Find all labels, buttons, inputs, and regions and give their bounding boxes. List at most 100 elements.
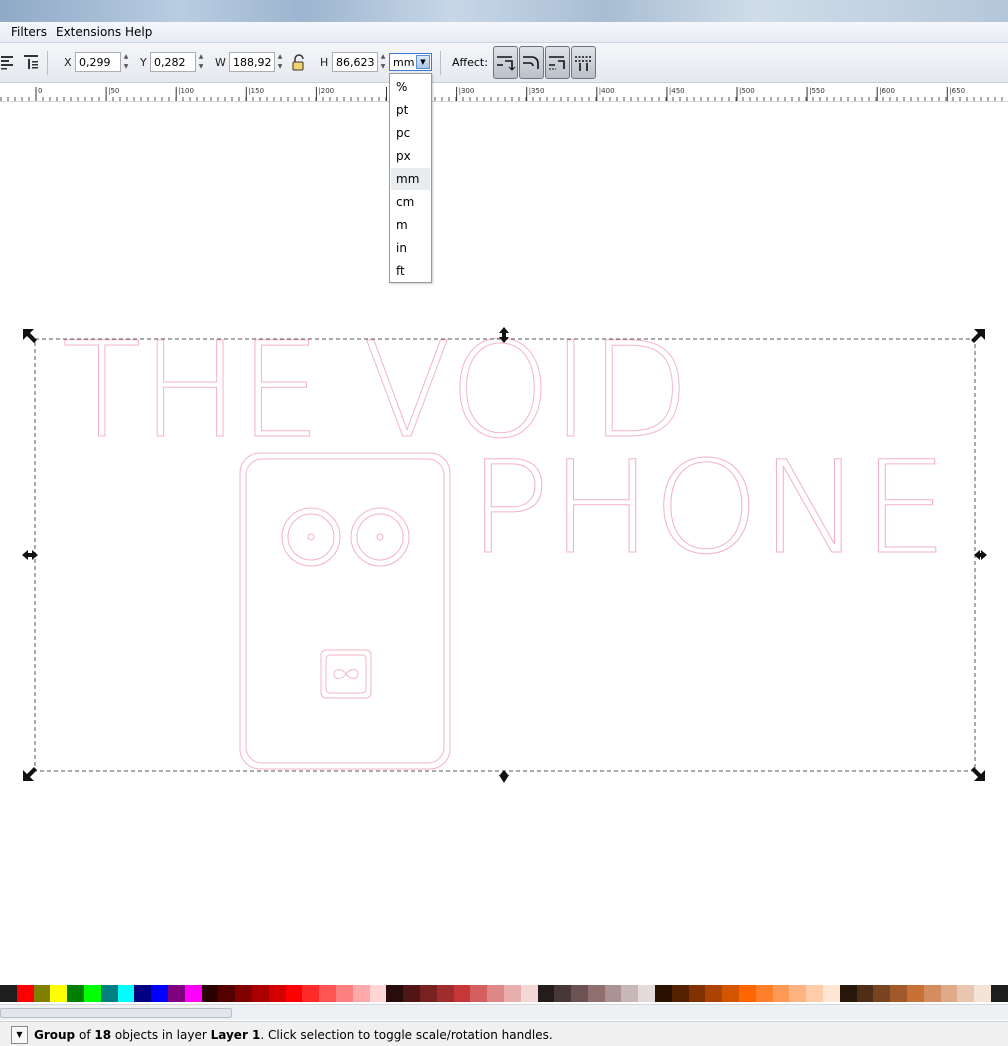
color-swatch[interactable] (839, 985, 857, 1002)
unit-option-pc[interactable]: pc (391, 122, 430, 144)
color-swatch[interactable] (218, 985, 236, 1002)
menu-filters[interactable]: Filters (11, 25, 47, 39)
color-swatch[interactable] (856, 985, 874, 1002)
resize-handle-top-right[interactable] (971, 329, 985, 343)
color-swatch[interactable] (537, 985, 555, 1002)
unit-select[interactable]: mm ▼ (389, 53, 432, 71)
palette-scrollbar[interactable] (0, 1004, 1008, 1020)
resize-handle-right[interactable] (974, 550, 987, 560)
color-swatch[interactable] (722, 985, 740, 1002)
color-swatch[interactable] (554, 985, 572, 1002)
color-swatch[interactable] (940, 985, 958, 1002)
color-swatch[interactable] (520, 985, 538, 1002)
color-swatch[interactable] (117, 985, 135, 1002)
color-swatch[interactable] (587, 985, 605, 1002)
color-swatch[interactable] (302, 985, 320, 1002)
void-phone-artwork[interactable]: THE VOID PHONE (62, 314, 949, 770)
color-swatch[interactable] (134, 985, 152, 1002)
palette-scroll-thumb[interactable] (0, 1008, 232, 1018)
align-left-icon[interactable] (0, 53, 18, 71)
color-swatch[interactable] (571, 985, 588, 1002)
menu-extensions[interactable]: Extensions (56, 25, 121, 39)
spin-up-icon[interactable]: ▲ (378, 52, 388, 62)
scale-radius-toggle[interactable] (519, 46, 544, 79)
color-swatch[interactable] (83, 985, 101, 1002)
layer-dropdown-button[interactable]: ▼ (11, 1026, 28, 1044)
resize-handle-bottom-right[interactable] (971, 767, 985, 781)
color-swatch[interactable] (487, 985, 504, 1002)
color-swatch[interactable] (335, 985, 353, 1002)
color-swatch[interactable] (823, 985, 840, 1002)
color-swatch[interactable] (386, 985, 404, 1002)
color-swatch[interactable] (285, 985, 303, 1002)
x-spinner[interactable]: ▲ ▼ (121, 52, 131, 72)
resize-handle-bottom-left[interactable] (23, 767, 37, 781)
unit-option-ft[interactable]: ft (391, 260, 430, 282)
resize-handle-bottom[interactable] (499, 770, 509, 783)
chevron-down-icon[interactable]: ▼ (416, 55, 430, 69)
x-input[interactable] (75, 52, 121, 72)
color-swatch[interactable] (403, 985, 420, 1002)
color-swatch[interactable] (991, 985, 1008, 1002)
color-swatch[interactable] (470, 985, 488, 1002)
color-swatch[interactable] (352, 985, 370, 1002)
spin-down-icon[interactable]: ▼ (275, 62, 285, 72)
unit-option-px[interactable]: px (391, 145, 430, 167)
color-swatch[interactable] (923, 985, 941, 1002)
color-swatch[interactable] (957, 985, 975, 1002)
unit-option-m[interactable]: m (391, 214, 430, 236)
raise-to-top-icon[interactable] (23, 53, 41, 71)
color-swatch[interactable] (100, 985, 118, 1002)
menu-help[interactable]: Help (125, 25, 152, 39)
spin-down-icon[interactable]: ▼ (378, 62, 388, 72)
unit-option-mm[interactable]: mm (391, 168, 430, 190)
color-swatch[interactable] (33, 985, 51, 1002)
y-input[interactable] (150, 52, 196, 72)
unit-option-cm[interactable]: cm (391, 191, 430, 213)
color-swatch[interactable] (907, 985, 924, 1002)
color-swatch[interactable] (151, 985, 168, 1002)
color-swatch[interactable] (638, 985, 656, 1002)
color-swatch[interactable] (688, 985, 706, 1002)
unit-option-in[interactable]: in (391, 237, 430, 259)
spin-up-icon[interactable]: ▲ (196, 52, 206, 62)
color-swatch[interactable] (789, 985, 807, 1002)
color-swatch[interactable] (453, 985, 471, 1002)
color-swatch[interactable] (235, 985, 252, 1002)
color-swatch[interactable] (319, 985, 336, 1002)
move-gradients-toggle[interactable] (545, 46, 570, 79)
color-swatch[interactable] (671, 985, 689, 1002)
color-swatch[interactable] (0, 985, 17, 1002)
color-swatch[interactable] (167, 985, 185, 1002)
color-swatch[interactable] (705, 985, 723, 1002)
w-input[interactable] (229, 52, 275, 72)
color-swatch[interactable] (739, 985, 756, 1002)
color-swatch[interactable] (419, 985, 437, 1002)
spin-up-icon[interactable]: ▲ (275, 52, 285, 62)
resize-handle-top-left[interactable] (23, 329, 37, 343)
move-patterns-toggle[interactable] (571, 46, 596, 79)
color-swatch[interactable] (201, 985, 219, 1002)
color-swatch[interactable] (268, 985, 286, 1002)
w-spinner[interactable]: ▲ ▼ (275, 52, 285, 72)
color-swatch[interactable] (873, 985, 891, 1002)
unit-option-percent[interactable]: % (391, 76, 430, 98)
color-swatch[interactable] (436, 985, 454, 1002)
color-swatch[interactable] (184, 985, 202, 1002)
color-swatch[interactable] (890, 985, 908, 1002)
spin-up-icon[interactable]: ▲ (121, 52, 131, 62)
color-swatch[interactable] (772, 985, 790, 1002)
unit-option-pt[interactable]: pt (391, 99, 430, 121)
h-input[interactable] (332, 52, 378, 72)
color-swatch[interactable] (16, 985, 34, 1002)
color-swatch[interactable] (655, 985, 672, 1002)
color-swatch[interactable] (503, 985, 521, 1002)
y-spinner[interactable]: ▲ ▼ (196, 52, 206, 72)
resize-handle-left[interactable] (22, 550, 38, 560)
color-swatch[interactable] (806, 985, 824, 1002)
color-swatch[interactable] (604, 985, 622, 1002)
color-swatch[interactable] (755, 985, 773, 1002)
color-swatch[interactable] (251, 985, 269, 1002)
color-swatch[interactable] (67, 985, 84, 1002)
spin-down-icon[interactable]: ▼ (196, 62, 206, 72)
